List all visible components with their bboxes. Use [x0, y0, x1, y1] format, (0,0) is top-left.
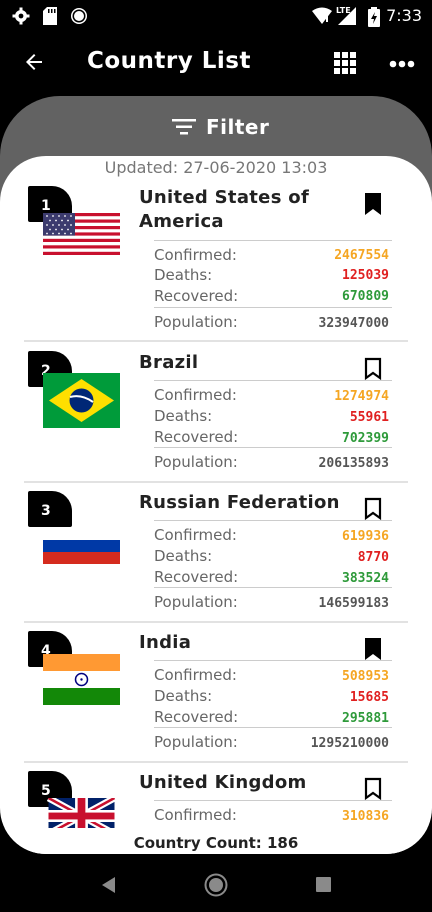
deaths-label: Deaths:	[154, 266, 213, 284]
divider	[154, 800, 392, 801]
recovered-label: Recovered:	[154, 708, 239, 726]
confirmed-label: Confirmed:	[154, 386, 237, 404]
divider	[154, 380, 392, 381]
india-flag-icon	[43, 654, 120, 705]
country-list-panel: Updated: 27-06-2020 13:03 1 United State…	[0, 156, 432, 854]
confirmed-value: 508953	[342, 669, 389, 684]
confirmed-label: Confirmed:	[154, 526, 237, 544]
nav-back-icon[interactable]	[100, 876, 116, 894]
recovered-label: Recovered:	[154, 428, 239, 446]
settings-icon	[12, 7, 30, 25]
battery-charging-icon	[368, 7, 380, 27]
bookmark-filled-icon[interactable]	[363, 637, 383, 661]
clock: 7:33	[386, 6, 422, 25]
wifi-icon	[312, 7, 332, 24]
divider	[154, 447, 392, 448]
divider	[154, 240, 392, 241]
page-title: Country List	[87, 48, 251, 74]
deaths-value: 55961	[349, 410, 389, 425]
rank-badge: 3	[28, 491, 72, 527]
confirmed-value: 1274974	[334, 389, 389, 404]
country-name: Brazil	[139, 352, 199, 373]
bookmark-outline-icon[interactable]	[363, 777, 383, 801]
country-name: Russian Federation	[139, 492, 340, 513]
russia-flag-icon	[43, 528, 120, 564]
country-card[interactable]: 2 Brazil Confirmed: 1274974 Deaths: 5596…	[24, 321, 408, 471]
confirmed-label: Confirmed:	[154, 806, 237, 824]
brazil-flag-icon	[43, 373, 120, 428]
record-icon	[71, 8, 87, 24]
bookmark-filled-icon[interactable]	[363, 192, 383, 216]
bookmark-outline-icon[interactable]	[363, 357, 383, 381]
system-nav-bar	[0, 862, 432, 912]
deaths-value: 125039	[342, 268, 389, 283]
recovered-value: 670809	[342, 289, 389, 304]
recovered-label: Recovered:	[154, 287, 239, 305]
recovered-label: Recovered:	[154, 568, 239, 586]
bookmark-outline-icon[interactable]	[363, 497, 383, 521]
recovered-value: 383524	[342, 571, 389, 586]
recovered-value: 295881	[342, 711, 389, 726]
country-count: Country Count: 186	[133, 834, 299, 852]
deaths-label: Deaths:	[154, 547, 213, 565]
status-bar: LTE 7:33	[0, 0, 432, 32]
nav-recents-icon[interactable]	[316, 877, 331, 892]
more-options-icon[interactable]	[389, 60, 415, 68]
usa-flag-icon	[43, 213, 120, 255]
recovered-value: 702399	[342, 431, 389, 446]
divider	[154, 520, 392, 521]
country-card[interactable]: 3 Russian Federation Confirmed: 619936 D…	[24, 461, 408, 611]
filter-icon	[172, 119, 196, 135]
sd-card-icon	[43, 7, 57, 25]
nav-home-icon[interactable]	[204, 873, 228, 897]
country-name: United States of America	[139, 187, 310, 232]
filter-button[interactable]: Filter	[172, 115, 269, 139]
back-arrow-icon[interactable]	[22, 50, 46, 74]
deaths-label: Deaths:	[154, 687, 213, 705]
divider	[154, 660, 392, 661]
deaths-label: Deaths:	[154, 407, 213, 425]
country-name: United Kingdom	[139, 772, 307, 793]
divider	[154, 587, 392, 588]
country-card[interactable]: 1 United States of America Confirmed: 24…	[24, 156, 408, 331]
divider	[154, 307, 392, 308]
signal-icon	[338, 7, 356, 25]
confirmed-label: Confirmed:	[154, 246, 237, 264]
country-name: India	[139, 632, 192, 653]
app-bar: Country List	[0, 32, 432, 94]
country-card[interactable]: 5 United Kingdom Confirmed: 310836 Death…	[24, 741, 408, 836]
confirmed-label: Confirmed:	[154, 666, 237, 684]
deaths-value: 8770	[357, 550, 389, 565]
confirmed-value: 310836	[342, 809, 389, 824]
country-card[interactable]: 4 India Confirmed: 508953 Deaths: 15685 …	[24, 601, 408, 751]
confirmed-value: 619936	[342, 529, 389, 544]
filter-label: Filter	[206, 115, 270, 139]
divider	[154, 727, 392, 728]
deaths-value: 15685	[349, 690, 389, 705]
grid-view-icon[interactable]	[334, 52, 356, 74]
confirmed-value: 2467554	[334, 248, 389, 263]
